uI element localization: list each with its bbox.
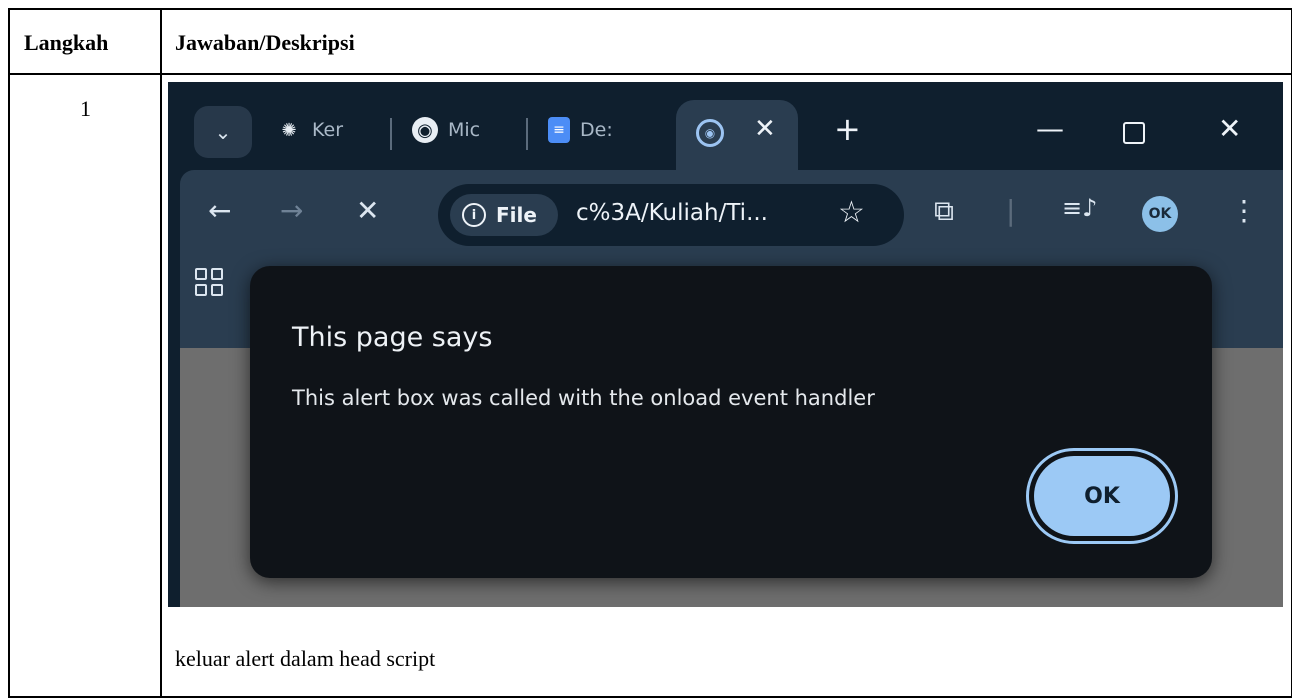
header-step: Langkah	[24, 30, 109, 55]
row-number: 1	[80, 96, 91, 121]
address-bar[interactable]: i File c%3A/Kuliah/Ti... ☆	[438, 184, 904, 246]
new-tab-button[interactable]: +	[834, 110, 861, 148]
ok-button[interactable]: OK	[1026, 448, 1178, 544]
tab-2[interactable]: ◉ Mic	[412, 108, 480, 152]
dialog-title: This page says	[292, 322, 493, 353]
tab-separator	[526, 118, 528, 150]
docs-icon: ≡	[548, 117, 570, 143]
star-icon[interactable]: ☆	[838, 195, 865, 230]
tab-1[interactable]: ✺ Ker	[276, 108, 343, 152]
tab-2-label: Mic	[448, 119, 481, 141]
ok-button-label: OK	[1034, 456, 1170, 536]
chip-label: File	[496, 203, 537, 227]
table-header-row: Langkah Jawaban/Deskripsi	[10, 10, 1291, 75]
chevron-down-icon: ⌄	[214, 120, 232, 144]
media-controls-icon[interactable]: ≡♪	[1062, 194, 1097, 222]
close-window-button[interactable]: ✕	[1218, 112, 1241, 145]
extensions-icon[interactable]: ⧉	[934, 194, 954, 228]
back-button[interactable]: ←	[208, 194, 231, 227]
dialog-message: This alert box was called with the onloa…	[292, 386, 875, 410]
stop-button[interactable]: ✕	[356, 194, 379, 227]
avatar[interactable]: OK	[1142, 196, 1178, 232]
apps-grid-icon[interactable]	[195, 268, 223, 296]
forward-button[interactable]: →	[280, 194, 303, 227]
tab-strip: ⌄ ✺ Ker ◉ Mic ≡ De: ◉ ✕ + — ✕	[168, 82, 1283, 172]
close-tab-icon[interactable]: ✕	[754, 114, 776, 144]
header-description: Jawaban/Deskripsi	[175, 30, 355, 55]
row-caption: keluar alert dalam head script	[175, 646, 436, 671]
toolbar-separator: |	[1006, 194, 1016, 227]
openai-icon: ✺	[281, 119, 297, 141]
minimize-button[interactable]: —	[1036, 112, 1064, 145]
alert-dialog: This page says This alert box was called…	[250, 266, 1212, 578]
loading-globe-icon: ◉	[696, 119, 724, 147]
tab-active[interactable]: ◉ ✕	[676, 100, 798, 172]
browser-toolbar: ← → ✕ i File c%3A/Kuliah/Ti... ☆ ⧉ | ≡♪ …	[180, 170, 1283, 258]
menu-icon[interactable]: ⋮	[1230, 194, 1258, 227]
tab-search-button[interactable]: ⌄	[194, 106, 252, 158]
site-info-chip[interactable]: i File	[450, 194, 558, 236]
tab-1-label: Ker	[312, 119, 344, 141]
column-divider	[160, 10, 162, 696]
globe-icon: ◉	[412, 117, 438, 143]
tab-3-label: De:	[580, 119, 613, 141]
browser-screenshot: ⌄ ✺ Ker ◉ Mic ≡ De: ◉ ✕ + — ✕ ← → ✕ i Fi…	[168, 82, 1283, 607]
maximize-button[interactable]	[1123, 122, 1145, 144]
info-icon: i	[462, 203, 486, 227]
tab-separator	[390, 118, 392, 150]
url-text[interactable]: c%3A/Kuliah/Ti...	[576, 200, 768, 226]
tab-3[interactable]: ≡ De:	[548, 108, 613, 152]
